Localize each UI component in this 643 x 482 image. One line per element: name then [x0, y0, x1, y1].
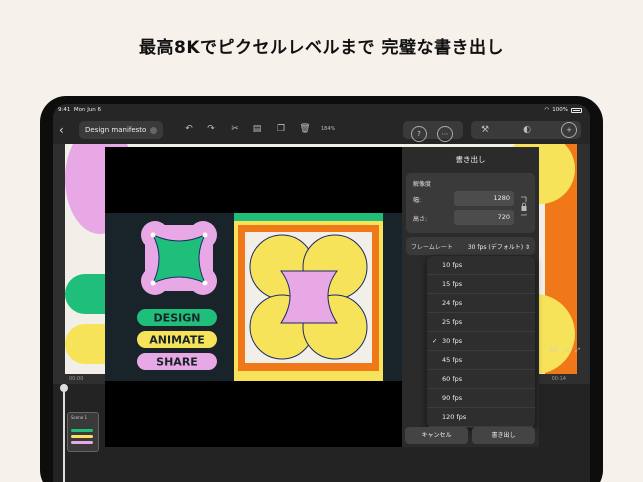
- framerate-option-label: 45 fps: [442, 356, 463, 364]
- tools-group: ⚒ ◐ +: [471, 121, 581, 139]
- framerate-option-label: 10 fps: [442, 261, 463, 269]
- scene-bar-pink: [71, 441, 93, 444]
- animate-pill-label: ANIMATE: [149, 334, 204, 347]
- height-input[interactable]: 720: [454, 210, 514, 225]
- framerate-option-label: 15 fps: [442, 280, 463, 288]
- more-icon[interactable]: ⋯: [437, 126, 453, 142]
- document-title: Design manifesto: [85, 126, 147, 134]
- chevron-updown-icon: ⇕: [524, 244, 530, 251]
- contrast-icon[interactable]: ◐: [521, 124, 533, 136]
- preview-artwork: DESIGN ANIMATE SHARE: [105, 213, 402, 381]
- status-time: 9:41 Mon Jun 6: [58, 107, 102, 113]
- framerate-option[interactable]: 15 fps: [427, 275, 535, 294]
- framerate-option[interactable]: 90 fps: [427, 389, 535, 408]
- hammer-icon[interactable]: ⚒: [479, 124, 491, 136]
- framerate-label: フレームレート: [411, 244, 453, 251]
- status-bar: 9:41 Mon Jun 6 ◠ 100%: [53, 104, 590, 116]
- lock-aspect-icon[interactable]: [520, 195, 528, 217]
- wifi-icon: ◠: [544, 107, 550, 113]
- duplicate-icon[interactable]: ❐: [275, 123, 287, 135]
- width-label: 幅:: [413, 197, 422, 204]
- scene-thumbnail[interactable]: Scene 1: [67, 412, 99, 452]
- framerate-option[interactable]: ✓ 30 fps: [427, 332, 535, 351]
- resolution-card: 解像度 幅: 1280 高さ: 720: [406, 173, 535, 233]
- undo-icon[interactable]: ↶: [183, 123, 195, 135]
- cancel-button[interactable]: キャンセル: [405, 427, 468, 444]
- add-icon[interactable]: +: [561, 122, 577, 138]
- framerate-option-label: 24 fps: [442, 299, 463, 307]
- battery-percent: 100%: [552, 107, 568, 113]
- design-pill-label: DESIGN: [154, 312, 201, 325]
- framerate-option[interactable]: 60 fps: [427, 370, 535, 389]
- framerate-option-label: 120 fps: [442, 413, 467, 421]
- chevron-left-icon[interactable]: ‹: [59, 123, 64, 137]
- right-panel-green-strip: [234, 213, 383, 221]
- redo-icon[interactable]: ↷: [205, 123, 217, 135]
- height-label: 高さ:: [413, 216, 428, 223]
- framerate-option-label: 25 fps: [442, 318, 463, 326]
- document-title-button[interactable]: Design manifesto: [79, 121, 164, 139]
- timeline-end: 00:14: [551, 376, 566, 382]
- scissors-icon[interactable]: ✂: [229, 123, 241, 135]
- share-pill-label: SHARE: [156, 356, 198, 369]
- framerate-option[interactable]: 25 fps: [427, 313, 535, 332]
- framerate-option[interactable]: 45 fps: [427, 351, 535, 370]
- checkmark-icon: ✓: [432, 337, 438, 345]
- scene-bar-yellow: [71, 435, 93, 438]
- scene-label: Scene 1: [71, 415, 88, 420]
- framerate-option-label: 30 fps: [442, 337, 463, 345]
- headline: 最高8Kでピクセルレベルまで 完璧な書き出し: [139, 38, 504, 58]
- framerate-option-label: 90 fps: [442, 394, 463, 402]
- playback-controls: 05 ▭ ⤢: [550, 347, 580, 355]
- framerate-option[interactable]: 120 fps: [427, 408, 535, 427]
- dialog-title: 書き出し: [455, 155, 486, 164]
- current-time: 05: [550, 347, 558, 354]
- export-button[interactable]: 書き出し: [472, 427, 535, 444]
- framerate-dropdown: 10 fps 15 fps 24 fps 25 fps ✓ 30 fps 45 fps 60 …: [427, 256, 535, 428]
- expand-icon[interactable]: ⤢: [575, 347, 580, 354]
- battery-icon: [571, 107, 582, 113]
- zoom-level[interactable]: 184%: [321, 126, 335, 132]
- width-input[interactable]: 1280: [454, 191, 514, 206]
- framerate-option-label: 60 fps: [442, 375, 463, 383]
- screen-icon[interactable]: ▭: [564, 347, 570, 354]
- framerate-option[interactable]: 10 fps: [427, 256, 535, 275]
- playhead[interactable]: [60, 384, 68, 482]
- paste-icon[interactable]: ▤: [251, 123, 263, 135]
- pink-flower-shape: [141, 221, 217, 295]
- trash-icon[interactable]: 🗑: [299, 123, 311, 135]
- scene-bar-green: [71, 429, 93, 432]
- toolbar: ‹ Design manifesto ↶ ↷ ✂ ▤ ❐ 🗑 184% ? ⋯ …: [53, 116, 590, 144]
- help-icon[interactable]: ?: [411, 126, 427, 142]
- timeline-start: 00:00: [69, 376, 84, 382]
- document-status-icon: [150, 126, 158, 134]
- help-group: ? ⋯: [403, 121, 463, 142]
- export-preview: DESIGN ANIMATE SHARE: [105, 147, 402, 447]
- framerate-option[interactable]: 24 fps: [427, 294, 535, 313]
- resolution-label: 解像度: [413, 181, 432, 188]
- framerate-selector[interactable]: フレームレート 30 fps (デフォルト) ⇕: [406, 237, 535, 255]
- framerate-value: 30 fps (デフォルト) ⇕: [467, 244, 530, 251]
